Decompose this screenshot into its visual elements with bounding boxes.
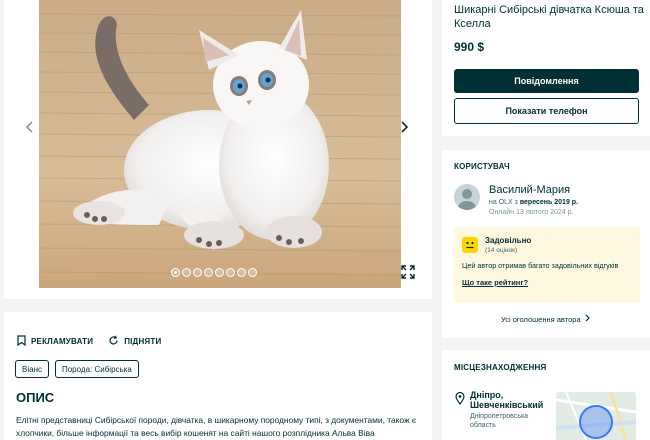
rating-note: Цей автор отримав багато задовільних від… (462, 261, 619, 270)
listing-price: 990 $ (454, 40, 485, 54)
last-online: Онлайн 13 лютого 2024 р. (489, 209, 574, 216)
chevron-left-icon (25, 120, 33, 136)
slide-dot[interactable] (215, 268, 224, 277)
slide-indicators (171, 268, 257, 277)
description-heading: ОПИС (16, 390, 55, 405)
member-since-date: вересень 2019 р. (519, 199, 579, 206)
listing-summary-card: Шикарні Сибірські дівчатка Ксюша та Ксел… (442, 0, 650, 136)
location-card: МІСЦЕЗНАХОДЖЕННЯ Дніпро, Шевченківський … (442, 350, 650, 440)
slide-dot[interactable] (204, 268, 213, 277)
location-heading: МІСЦЕЗНАХОДЖЕННЯ (454, 363, 547, 372)
seller-heading: КОРИСТУВАЧ (454, 162, 510, 171)
chevron-right-icon (585, 314, 590, 324)
previous-photo-button[interactable] (20, 118, 38, 138)
raise-button[interactable]: ПІДНЯТИ (108, 335, 161, 348)
description-text: Елітні представниці Сибірської породи, д… (16, 415, 417, 438)
tag-item[interactable]: Порода: Сибірська (54, 360, 139, 378)
bookmark-icon (17, 335, 26, 348)
show-phone-button[interactable]: Показати телефон (454, 98, 639, 124)
fullscreen-icon[interactable] (400, 264, 416, 280)
kitten-photo[interactable] (39, 0, 401, 288)
refresh-icon (108, 335, 119, 348)
slide-dot[interactable] (193, 268, 202, 277)
slide-dot[interactable] (248, 268, 257, 277)
slide-dot[interactable] (182, 268, 191, 277)
all-seller-ads-link[interactable]: Усі оголошення автора (501, 314, 590, 324)
member-since: на OLX з вересень 2019 р. (489, 199, 578, 206)
rating-info-link[interactable]: Що таке рейтинг? (462, 278, 528, 287)
slide-dot[interactable] (237, 268, 246, 277)
location-city: Дніпро, Шевченківський (470, 390, 544, 410)
listing-actions: РЕКЛАМУВАТИ ПІДНЯТИ (17, 335, 161, 348)
listing-tags: Віанс Порода: Сибірська (15, 360, 139, 378)
promote-label: РЕКЛАМУВАТИ (31, 337, 94, 346)
avatar[interactable] (454, 184, 480, 210)
slide-dot[interactable] (226, 268, 235, 277)
rating-box: Задовільно (14 оцінок) Цей автор отримав… (454, 227, 640, 303)
all-ads-label: Усі оголошення автора (501, 314, 581, 324)
seller-card: КОРИСТУВАЧ Василий-Мария на OLX з вересе… (442, 150, 650, 338)
neutral-face-icon (462, 237, 478, 253)
slide-dot[interactable] (171, 268, 180, 277)
location-map[interactable] (556, 392, 636, 440)
promote-button[interactable]: РЕКЛАМУВАТИ (17, 335, 93, 348)
raise-label: ПІДНЯТИ (124, 337, 162, 346)
rating-label: Задовільно (485, 236, 532, 245)
seller-name[interactable]: Василий-Мария (489, 184, 570, 196)
listing-title: Шикарні Сибірські дівчатка Ксюша та Ксел… (454, 4, 644, 30)
photo-gallery (4, 0, 432, 299)
message-button[interactable]: Повідомлення (454, 69, 639, 93)
chevron-right-icon (401, 120, 409, 136)
location-region: Дніпропетровська область (470, 413, 529, 429)
next-photo-button[interactable] (396, 118, 414, 138)
member-since-prefix: на OLX з (489, 199, 518, 206)
location-pin-icon (455, 391, 465, 410)
description-card: РЕКЛАМУВАТИ ПІДНЯТИ Віанс Порода: Сибірс… (4, 312, 432, 440)
tag-item[interactable]: Віанс (15, 360, 49, 378)
rating-count: (14 оцінок) (485, 247, 518, 254)
